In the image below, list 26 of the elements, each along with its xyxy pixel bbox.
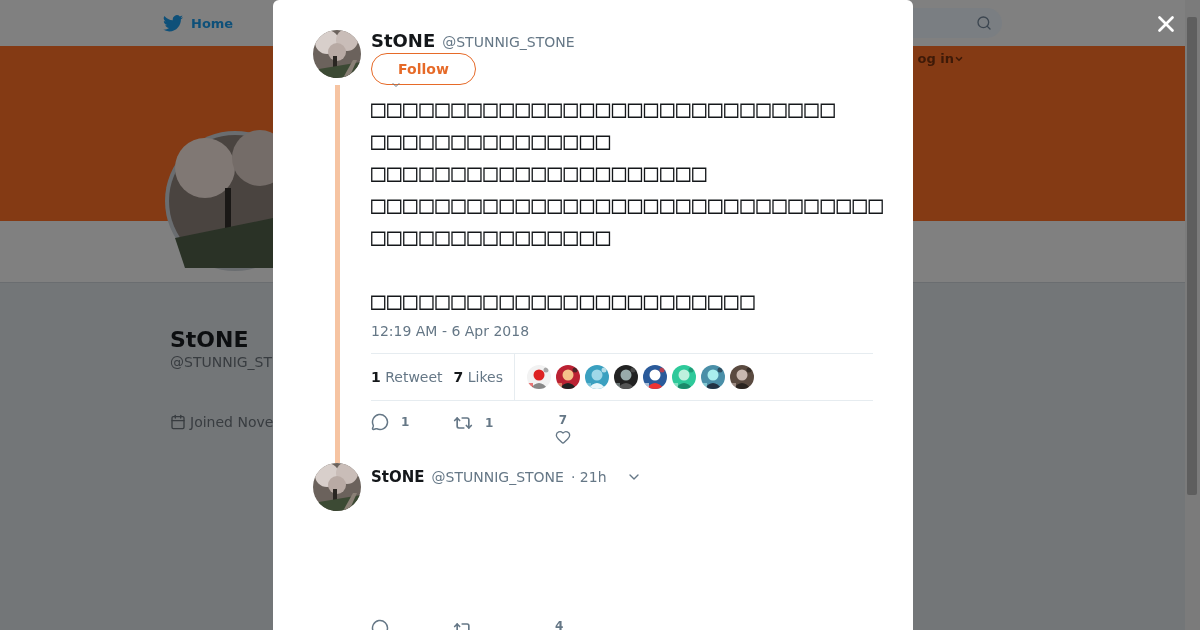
tweet-timestamp: 12:19 AM - 6 Apr 2018 [371, 323, 531, 339]
bird-icon [163, 14, 183, 32]
scrollbar-thumb[interactable] [1187, 17, 1197, 495]
like-count: 4 [555, 619, 564, 630]
author-handle: @STUNNIG_STONE [442, 34, 575, 50]
tweet-time: · 21h [570, 469, 607, 485]
author-name: StONE [371, 30, 436, 51]
joined-date: Joined Nove [190, 414, 274, 430]
heart-icon[interactable] [555, 429, 571, 445]
author-name: StONE [371, 468, 425, 486]
like-count: 7 [558, 413, 568, 427]
home-link[interactable]: Home [163, 14, 234, 32]
profile-name: StONE [170, 327, 249, 352]
likes-stat[interactable]: 7 Likes [453, 369, 503, 385]
calendar-icon [170, 414, 186, 430]
tweet-text: □□□□□□□□□□□□□□□□□□□□□□□□□□□□□ □□□□□□□□□□□□□□□ □□□□□□□□□□□□□□□□□□□□□ □□□□□□□□□□□□□□□□□□□□□□□□□□□□□□□□ □□□□□□□□□□□□□□□ □□□□□□□□□□□□□□□□□□□□□□□□ [371, 94, 885, 317]
retweet-count: 1 [485, 416, 494, 430]
follow-button[interactable]: Follow [371, 53, 476, 85]
profile-handle: @STUNNIG_ST [170, 354, 273, 370]
scrollbar[interactable] [1185, 0, 1200, 630]
reply-icon[interactable] [371, 413, 389, 431]
retweet-stat[interactable]: 1 Retweet [371, 369, 443, 385]
reply-count: 1 [401, 415, 410, 429]
search-icon [976, 15, 992, 31]
login-link[interactable]: og in [917, 51, 964, 66]
author-handle: @STUNNIG_STONE [431, 469, 564, 485]
